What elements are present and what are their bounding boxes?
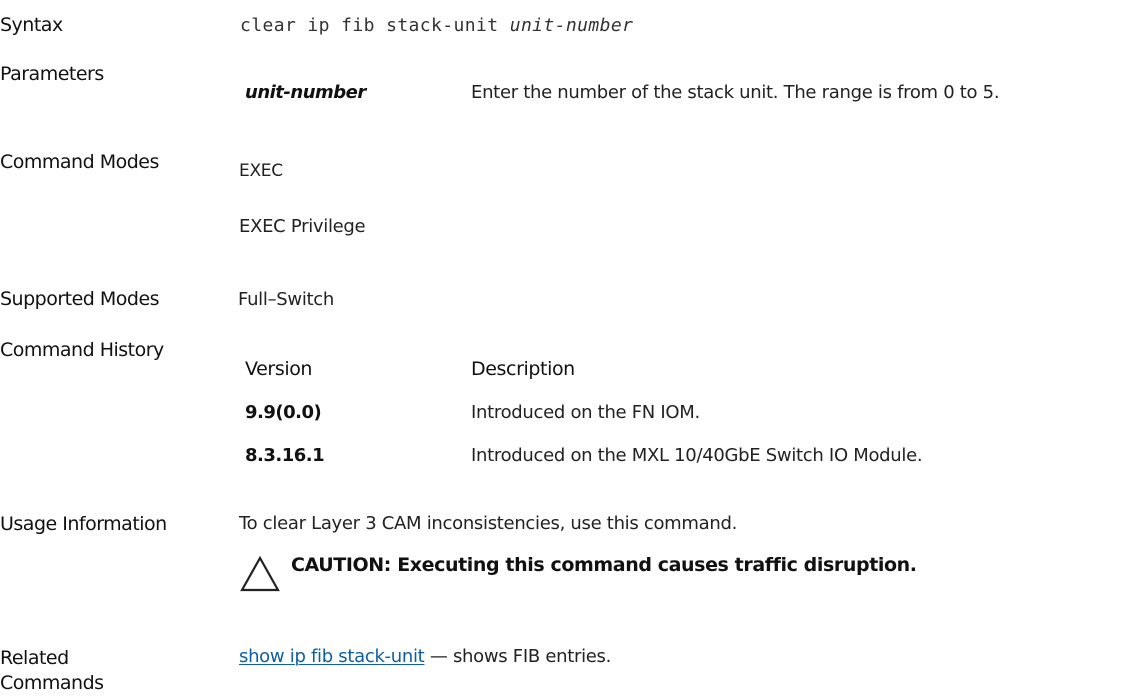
syntax-command-text: clear ip fib stack-unit [240, 15, 499, 36]
usage-information-label: Usage Information [0, 513, 167, 535]
usage-information-text: To clear Layer 3 CAM inconsistencies, us… [239, 513, 738, 534]
related-command-description: — shows FIB entries. [424, 646, 612, 667]
related-commands-label: Related Commands [0, 647, 104, 694]
history-header-description: Description [471, 358, 575, 380]
param-name: unit-number [245, 82, 366, 103]
command-modes-label: Command Modes [0, 151, 159, 173]
related-command-entry: show ip fib stack-unit — shows FIB entri… [239, 646, 611, 667]
command-mode-exec: EXEC [239, 161, 283, 181]
param-description: Enter the number of the stack unit. The … [471, 82, 1000, 103]
supported-modes-value: Full–Switch [238, 289, 334, 310]
supported-modes-label: Supported Modes [0, 288, 160, 310]
command-mode-exec-privilege: EXEC Privilege [239, 216, 366, 237]
warning-triangle-icon [238, 554, 282, 594]
parameters-label: Parameters [0, 63, 104, 85]
syntax-argument: unit-number [509, 15, 634, 36]
history-row-description: Introduced on the MXL 10/40GbE Switch IO… [471, 445, 923, 466]
history-header-version: Version [245, 358, 313, 380]
related-command-link[interactable]: show ip fib stack-unit [239, 646, 425, 667]
history-row-version: 9.9(0.0) [245, 402, 322, 423]
caution-text: CAUTION: Executing this command causes t… [291, 554, 917, 576]
related-label-line2: Commands [0, 672, 104, 694]
history-row-version: 8.3.16.1 [245, 445, 325, 466]
related-label-line1: Related [0, 647, 69, 669]
history-row-description: Introduced on the FN IOM. [471, 402, 700, 423]
command-history-label: Command History [0, 339, 164, 361]
syntax-label: Syntax [0, 14, 63, 36]
syntax-command: clear ip fib stack-unit unit-number [240, 15, 633, 36]
